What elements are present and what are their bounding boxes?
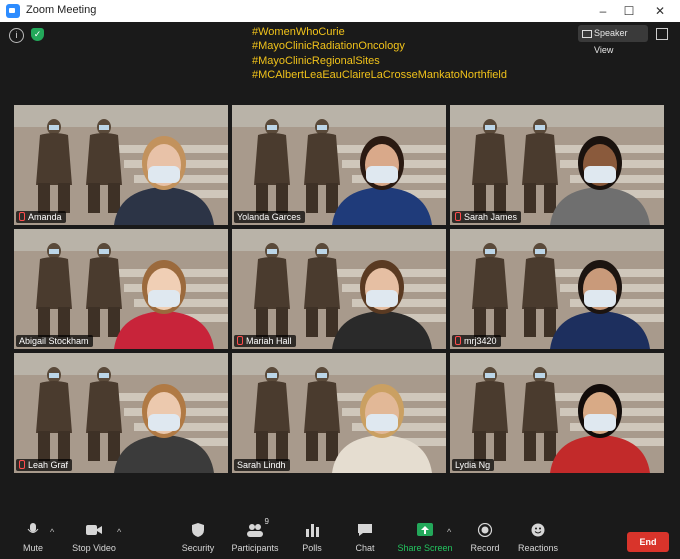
participant-name-tag: Lydia Ng <box>452 459 495 471</box>
participant-name-tag: mrj3420 <box>452 335 501 347</box>
participant-video-tile[interactable]: mrj3420 <box>450 229 664 349</box>
chat-bubble-icon <box>358 524 372 536</box>
participants-button[interactable]: 9 Participants <box>225 517 285 553</box>
bar-chart-icon <box>306 524 319 537</box>
shield-icon <box>192 523 204 537</box>
hashtag-line: #MayoClinicRegionalSites <box>252 54 380 67</box>
chat-label: Chat <box>355 543 375 553</box>
security-button[interactable]: Security <box>168 523 228 553</box>
record-label: Record <box>470 543 500 553</box>
window-title: Zoom Meeting <box>26 4 97 16</box>
close-button[interactable]: ✕ <box>645 0 675 22</box>
end-meeting-button[interactable]: End <box>627 532 669 552</box>
reactions-label: Reactions <box>517 543 559 553</box>
participant-name-tag: Mariah Hall <box>234 335 296 347</box>
participant-name: mrj3420 <box>464 336 497 346</box>
share-options-chevron[interactable]: ^ <box>447 527 451 537</box>
participant-name-tag: Sarah James <box>452 211 522 223</box>
muted-mic-icon <box>455 212 461 221</box>
participant-figure <box>114 384 214 473</box>
hashtag-line: #WomenWhoCurie <box>252 26 345 38</box>
participant-figure <box>332 260 432 349</box>
participant-video-tile[interactable]: Sarah James <box>450 105 664 225</box>
participant-name: Leah Graf <box>28 460 69 470</box>
share-screen-label: Share Screen <box>397 543 453 553</box>
meeting-toolbar: Mute ^ Stop Video ^ Security 9 Participa… <box>0 507 680 559</box>
video-options-chevron[interactable]: ^ <box>117 527 121 537</box>
hashtag-line: #MayoClinicRadiationOncology <box>252 40 405 53</box>
participant-figure <box>550 260 650 349</box>
microphone-icon <box>27 523 39 533</box>
participant-figure <box>114 260 214 349</box>
participant-name-tag: Amanda <box>16 211 66 223</box>
info-icon[interactable]: i <box>9 28 24 43</box>
participant-name: Abigail Stockham <box>19 336 89 346</box>
meeting-area: i ✓ #WomenWhoCurie #MayoClinicRadiationO… <box>0 22 680 507</box>
reactions-button[interactable]: Reactions <box>508 523 568 553</box>
participant-name-tag: Abigail Stockham <box>16 335 93 347</box>
participant-name-tag: Leah Graf <box>16 459 73 471</box>
muted-mic-icon <box>19 460 25 469</box>
video-camera-icon <box>86 525 102 535</box>
polls-button[interactable]: Polls <box>282 523 342 553</box>
participant-video-tile[interactable]: Yolanda Garces <box>232 105 446 225</box>
participant-video-tile[interactable]: Leah Graf <box>14 353 228 473</box>
participant-figure <box>114 136 214 225</box>
chat-button[interactable]: Chat <box>335 523 395 553</box>
title-bar: Zoom Meeting – ☐ ✕ <box>0 0 680 23</box>
participant-figure <box>332 136 432 225</box>
muted-mic-icon <box>455 336 461 345</box>
participant-name-tag: Sarah Lindh <box>234 459 290 471</box>
participant-name: Mariah Hall <box>246 336 292 346</box>
stop-video-label: Stop Video <box>72 543 116 553</box>
zoom-app-icon <box>6 4 20 18</box>
smiley-icon <box>531 523 545 537</box>
participant-figure <box>550 136 650 225</box>
participant-name: Yolanda Garces <box>237 212 301 222</box>
participant-figure <box>332 384 432 473</box>
participants-label: Participants <box>231 543 279 553</box>
participants-count: 9 <box>264 517 269 526</box>
muted-mic-icon <box>237 336 243 345</box>
maximize-button[interactable]: ☐ <box>614 0 644 22</box>
mute-options-chevron[interactable]: ^ <box>50 527 54 537</box>
participant-video-tile[interactable]: Mariah Hall <box>232 229 446 349</box>
share-arrow-icon <box>417 523 433 536</box>
fullscreen-icon[interactable] <box>656 28 668 40</box>
participant-figure <box>550 384 650 473</box>
polls-label: Polls <box>302 543 322 553</box>
participants-icon <box>247 524 263 537</box>
stop-video-button[interactable]: Stop Video <box>64 523 124 553</box>
record-button[interactable]: Record <box>455 523 515 553</box>
share-screen-button[interactable]: Share Screen <box>395 523 455 553</box>
participant-video-tile[interactable]: Sarah Lindh <box>232 353 446 473</box>
participant-name: Amanda <box>28 212 62 222</box>
participant-name: Sarah James <box>464 212 518 222</box>
participant-name-tag: Yolanda Garces <box>234 211 305 223</box>
mute-label: Mute <box>22 543 43 553</box>
participant-video-tile[interactable]: Abigail Stockham <box>14 229 228 349</box>
participant-name: Lydia Ng <box>455 460 491 470</box>
participant-video-tile[interactable]: Lydia Ng <box>450 353 664 473</box>
security-label: Security <box>181 543 215 553</box>
hashtag-line: #MCAlbertLeaEauClaireLaCrosseMankatoNort… <box>252 68 507 81</box>
hashtag-banner: #WomenWhoCurie #MayoClinicRadiationOncol… <box>252 25 507 82</box>
participant-video-tile[interactable]: Amanda <box>14 105 228 225</box>
muted-mic-icon <box>19 212 25 221</box>
participant-name: Sarah Lindh <box>237 460 286 470</box>
encryption-shield-icon[interactable]: ✓ <box>31 28 44 41</box>
record-icon <box>477 523 493 537</box>
speaker-view-button[interactable]: Speaker View <box>578 25 648 55</box>
